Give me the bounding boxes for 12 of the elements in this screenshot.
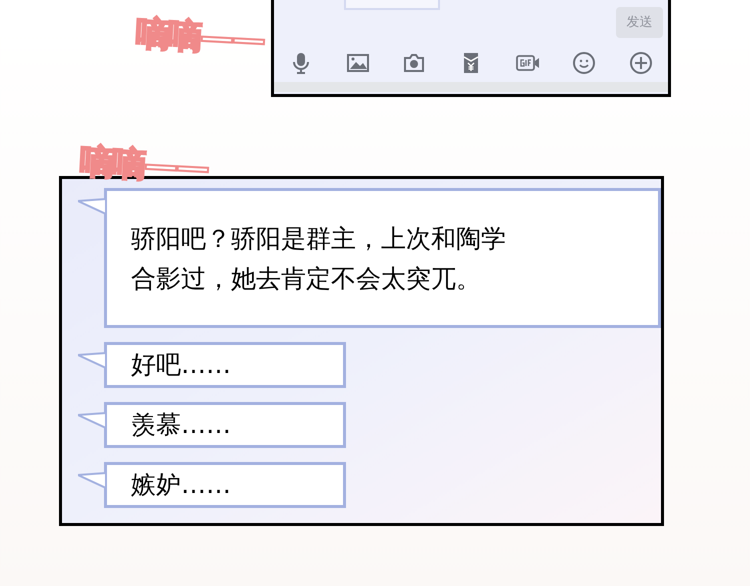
- sound-effect-text: 嘀嘀——: [78, 140, 210, 190]
- message-text: 骄阳吧？骄阳是群主，上次和陶学: [131, 223, 507, 255]
- message-input-field[interactable]: [344, 0, 440, 10]
- message-text: 羡慕……: [131, 409, 232, 441]
- sound-effect-text: 嘀嘀——: [134, 12, 266, 62]
- image-icon[interactable]: [346, 51, 370, 75]
- message-text: 嫉妒……: [131, 469, 232, 501]
- message-text: 合影过，她去肯定不会太突兀。: [131, 263, 482, 295]
- camera-icon[interactable]: [402, 51, 426, 75]
- plus-icon[interactable]: [628, 51, 653, 75]
- message-text: 好吧……: [131, 349, 232, 381]
- smiley-icon[interactable]: [572, 51, 596, 75]
